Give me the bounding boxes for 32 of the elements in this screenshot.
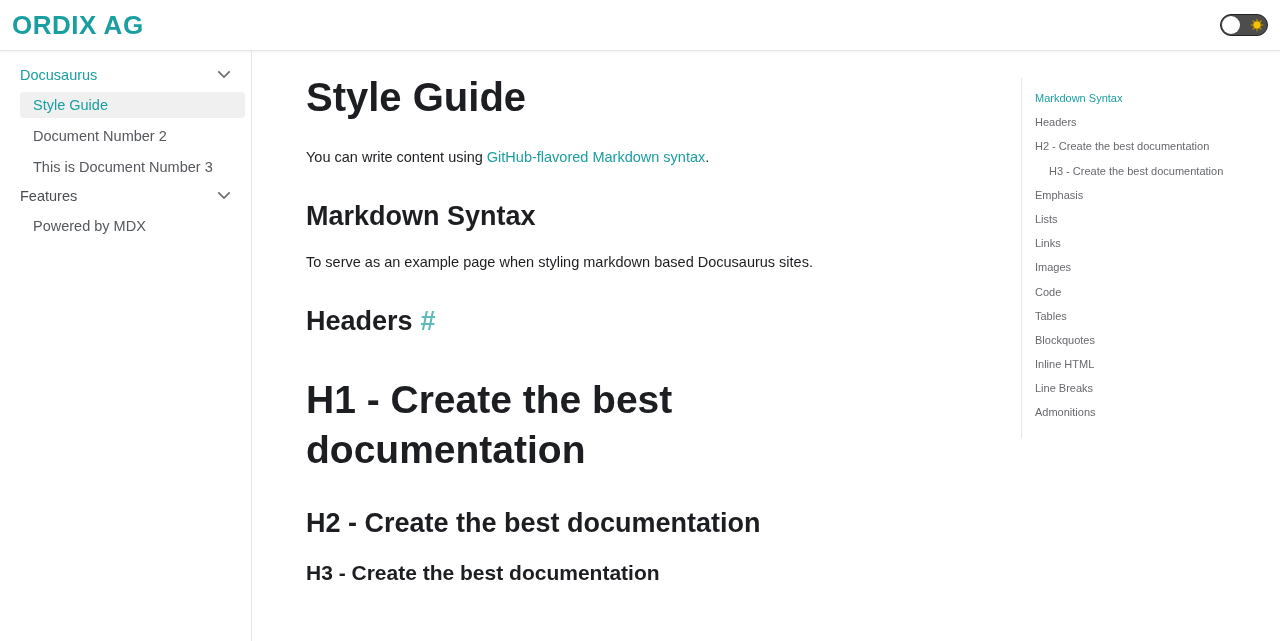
section-heading: H2 - Create the best documentation bbox=[306, 507, 762, 541]
toc-link[interactable]: Images bbox=[1035, 259, 1072, 277]
sidebar-item[interactable]: Document Number 2 bbox=[20, 123, 245, 149]
chevron-icon[interactable] bbox=[217, 191, 231, 200]
sidebar-item[interactable]: This is Document Number 3 bbox=[20, 154, 245, 180]
toc-link[interactable]: Markdown Syntax bbox=[1035, 90, 1123, 107]
toc-link[interactable]: Admonitions bbox=[1035, 404, 1096, 422]
sidebar-item[interactable]: Powered by MDX bbox=[20, 213, 245, 239]
toc-link[interactable]: Headers bbox=[1035, 114, 1077, 132]
paragraph: To serve as an example page when styling markdown based Docusaurus sites. bbox=[306, 252, 814, 272]
page-title: Style Guide bbox=[306, 74, 528, 121]
heading-level-3: H3 - Create the best documentation bbox=[306, 561, 661, 586]
toc-link[interactable]: Links bbox=[1035, 235, 1061, 253]
sidebar-category[interactable]: Docusaurus bbox=[20, 63, 138, 87]
toc-link[interactable]: Line Breaks bbox=[1035, 380, 1094, 398]
toc-link[interactable]: Blockquotes bbox=[1035, 331, 1095, 349]
sun-icon bbox=[1250, 18, 1264, 32]
section-heading: Markdown Syntax bbox=[306, 199, 537, 233]
toc-link[interactable]: Lists bbox=[1035, 210, 1058, 228]
intro-paragraph: You can write content using GitHub-flavored Markdown syntax. bbox=[306, 148, 711, 167]
toc-link[interactable]: H3 - Create the best documentation bbox=[1049, 162, 1224, 180]
toc-link[interactable]: Code bbox=[1035, 283, 1062, 301]
section-heading: Headers bbox=[306, 304, 413, 338]
toc-link[interactable]: Tables bbox=[1035, 307, 1067, 325]
toc-link[interactable]: H2 - Create the best documentation bbox=[1035, 138, 1210, 156]
theme-toggle[interactable] bbox=[1220, 14, 1268, 36]
heading-level-1: H1 - Create the best documentation bbox=[306, 376, 674, 474]
toc-link[interactable]: Inline HTML bbox=[1035, 356, 1095, 374]
chevron-icon[interactable] bbox=[217, 70, 231, 79]
site-logo[interactable]: ORDIX AG bbox=[12, 9, 144, 41]
sidebar-category[interactable]: Features bbox=[20, 184, 118, 208]
toc-link[interactable]: Emphasis bbox=[1035, 186, 1084, 204]
